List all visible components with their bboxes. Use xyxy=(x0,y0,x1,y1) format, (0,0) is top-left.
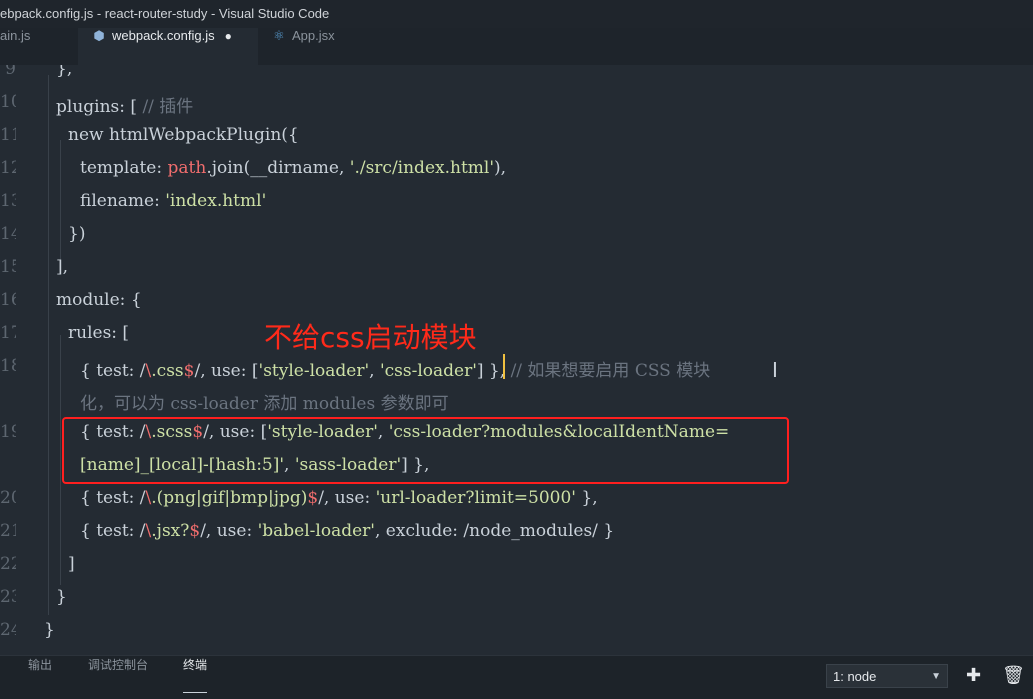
tab-app-jsx[interactable]: ⚛ App.jsx xyxy=(258,28,368,65)
code-token: template: xyxy=(80,158,168,178)
code-token: ), xyxy=(494,158,507,178)
code-string: 'url-loader?limit=5000' xyxy=(375,488,576,508)
code-token: { test: / xyxy=(80,521,146,541)
code-token: /, use: xyxy=(318,488,376,508)
terminal-select[interactable]: 1: node ▼ xyxy=(826,664,948,688)
line-number: 13 xyxy=(0,191,16,211)
code-token: path xyxy=(167,158,207,178)
indent-guide xyxy=(60,140,61,260)
code-line-21: { test: /\.jsx?$/, use: 'babel-loader', … xyxy=(80,521,614,541)
unsaved-dot-icon[interactable]: ● xyxy=(225,29,232,43)
text-cursor xyxy=(503,354,505,379)
code-token: $ xyxy=(307,488,319,508)
code-token: $ xyxy=(183,361,195,381)
line-number: 18 xyxy=(0,356,16,376)
code-comment: // 插件 xyxy=(142,97,194,117)
chevron-down-icon: ▼ xyxy=(931,671,941,682)
line-number: 16 xyxy=(0,290,16,310)
code-string: 'babel-loader' xyxy=(257,521,375,541)
code-string: 'css-loader' xyxy=(379,361,477,381)
code-editor[interactable]: 9 10 11 12 13 14 15 16 17 18 19 20 21 22… xyxy=(0,65,1033,655)
terminal-select-value: 1: node xyxy=(833,669,877,684)
code-string: './src/index.html' xyxy=(349,158,494,178)
annotation-text: 不给css启动模块 xyxy=(264,321,477,354)
code-line-10: plugins: [ // 插件 xyxy=(56,92,193,117)
tab-webpack-config[interactable]: ⬢ webpack.config.js ● xyxy=(78,28,258,65)
tab-main-js[interactable]: ain.js xyxy=(0,28,78,65)
code-token: .join(__dirname, xyxy=(206,158,350,178)
code-token: .css xyxy=(151,361,184,381)
indent-guide xyxy=(60,335,61,585)
code-token: /, use: [ xyxy=(194,361,259,381)
code-token: { test: / xyxy=(80,361,146,381)
code-line-13: filename: 'index.html' xyxy=(80,191,266,211)
code-token: , xyxy=(369,361,380,381)
mouse-ibeam-icon: I xyxy=(772,358,778,382)
line-number: 24 xyxy=(0,620,16,640)
code-token: plugins: [ xyxy=(56,97,143,117)
code-line-23: } xyxy=(56,587,67,607)
window-title: ebpack.config.js - react-router-study - … xyxy=(0,6,330,21)
code-line-14: }) xyxy=(68,224,86,244)
code-string: 'style-loader' xyxy=(258,361,370,381)
code-line-15: ], xyxy=(56,257,69,277)
line-number: 15 xyxy=(0,257,16,277)
code-line-9: }, xyxy=(56,65,73,79)
line-number: 12 xyxy=(0,158,16,178)
line-number: 19 xyxy=(0,422,16,442)
code-line-20: { test: /\.(png|gif|bmp|jpg)$/, use: 'ur… xyxy=(80,488,598,508)
annotation-highlight-box xyxy=(62,417,789,484)
line-number: 23 xyxy=(0,587,16,607)
code-line-12: template: path.join(__dirname, './src/in… xyxy=(80,158,506,178)
line-number: 17 xyxy=(0,323,16,343)
panel-tab-terminal[interactable]: 终端 xyxy=(183,656,208,699)
line-number: 9 xyxy=(5,65,16,79)
webpack-file-icon: ⬢ xyxy=(93,28,105,43)
tab-label: webpack.config.js xyxy=(112,28,215,43)
code-string: 'index.html' xyxy=(165,191,267,211)
code-token: $ xyxy=(189,521,201,541)
code-token: /, use: xyxy=(200,521,258,541)
editor-tab-bar: ain.js ⬢ webpack.config.js ● ⚛ App.jsx xyxy=(0,28,1033,65)
title-bar: ebpack.config.js - react-router-study - … xyxy=(0,0,1033,28)
react-file-icon: ⚛ xyxy=(273,28,285,43)
line-number: 10 xyxy=(0,92,16,112)
indent-guide xyxy=(48,75,49,615)
line-number: 22 xyxy=(0,554,16,574)
code-line-16: module: { xyxy=(56,290,142,310)
code-line-11: new htmlWebpackPlugin({ xyxy=(68,125,299,145)
code-comment: // 如果想要启用 CSS 模块 xyxy=(510,361,711,381)
tab-label: App.jsx xyxy=(292,28,335,43)
code-token: .(png|gif|bmp|jpg) xyxy=(151,488,308,508)
line-number: 21 xyxy=(0,521,16,541)
code-token: { test: / xyxy=(80,488,146,508)
panel-tab-output[interactable]: 输出 xyxy=(28,656,52,699)
code-token: .jsx? xyxy=(151,521,190,541)
code-line-18: { test: /\.css$/, use: ['style-loader', … xyxy=(80,356,710,381)
panel-tab-debug-console[interactable]: 调试控制台 xyxy=(88,656,148,699)
code-line-24: } xyxy=(44,620,55,640)
code-token: filename: xyxy=(80,191,166,211)
line-number: 11 xyxy=(0,125,16,145)
code-token: , exclude: /node_modules/ } xyxy=(374,521,615,541)
code-line-22: ] xyxy=(68,554,75,574)
code-token: }, xyxy=(575,488,598,508)
plus-icon[interactable]: ✚ xyxy=(966,664,981,688)
line-number: 14 xyxy=(0,224,16,244)
trash-icon[interactable]: 🗑 xyxy=(1002,664,1025,688)
code-line-17: rules: [ xyxy=(68,323,130,343)
bottom-panel: 输出 调试控制台 终端 1: node ▼ ✚ 🗑 xyxy=(0,655,1033,699)
line-number: 20 xyxy=(0,488,16,508)
code-line-18-wrap: 化，可以为 css-loader 添加 modules 参数即可 xyxy=(80,394,449,414)
tab-label: ain.js xyxy=(0,28,31,43)
code-token: ] }, xyxy=(476,361,511,381)
